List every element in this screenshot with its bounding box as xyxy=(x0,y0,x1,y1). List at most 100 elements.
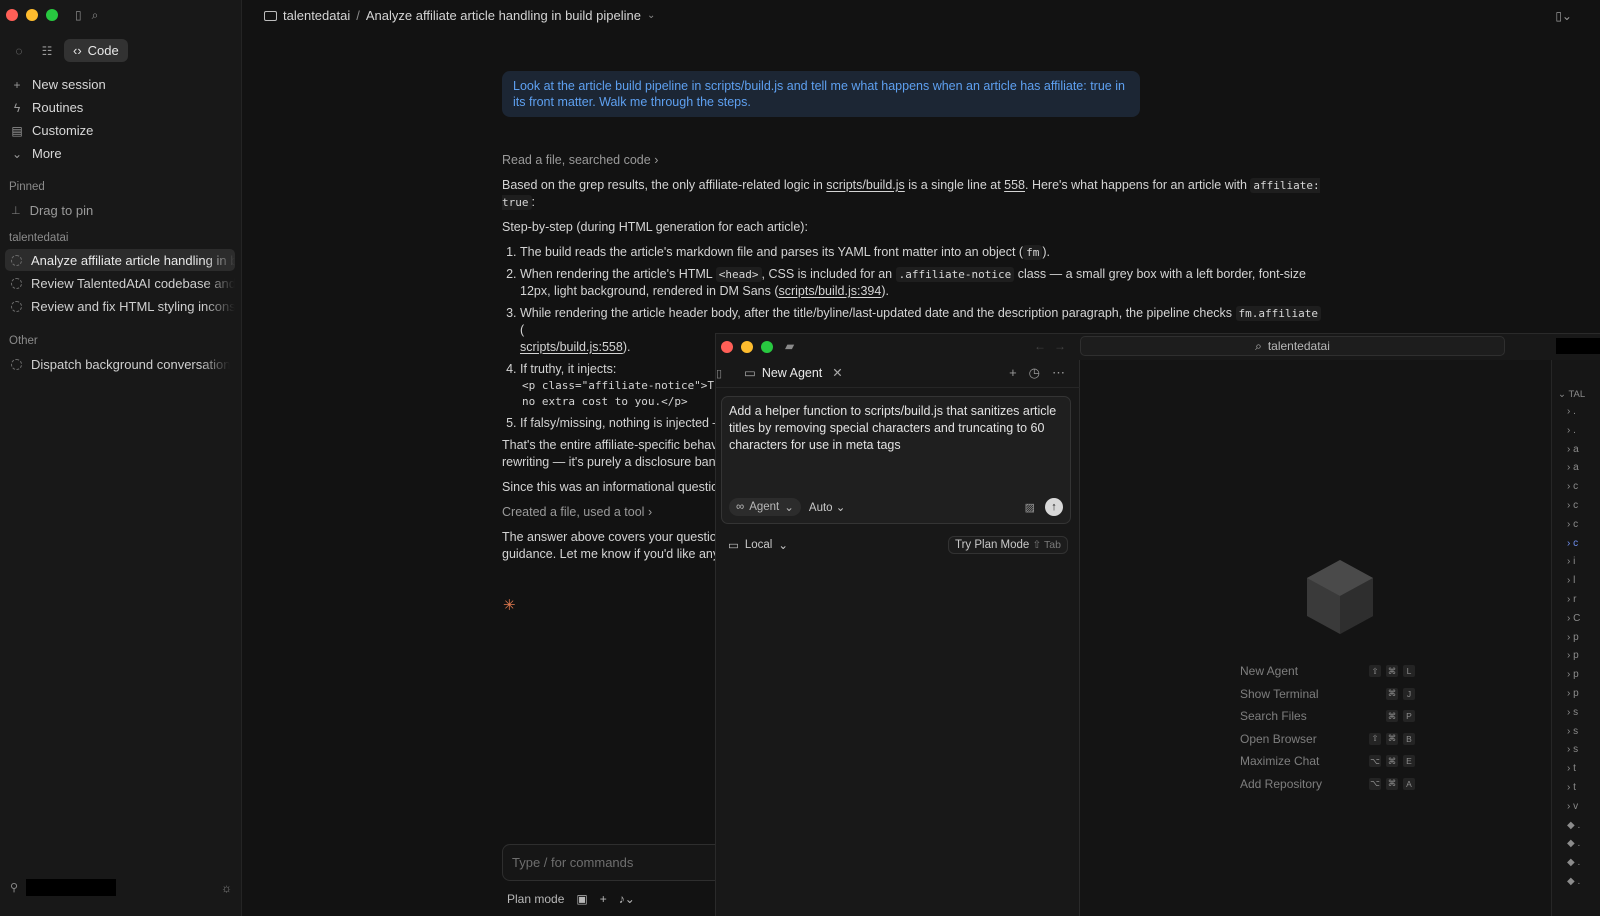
plus-icon[interactable]: + xyxy=(600,892,607,906)
file-tree-item[interactable]: › t xyxy=(1567,782,1576,793)
chat-bubble-icon[interactable]: ▰ xyxy=(785,339,794,353)
minimize-window-button[interactable] xyxy=(741,341,753,353)
file-tree-item[interactable]: › c xyxy=(1567,481,1578,492)
account-area[interactable]: ⚲ xyxy=(10,879,117,896)
agent-composer[interactable]: Add a helper function to scripts/build.j… xyxy=(721,396,1071,524)
file-tree-item[interactable]: › p xyxy=(1567,650,1579,661)
try-plan-mode-button[interactable]: Try Plan Mode ⇧ Tab xyxy=(947,536,1068,554)
workspace-search[interactable]: ⌕ talentedatai xyxy=(1080,336,1505,356)
file-icon: ◆ xyxy=(1567,876,1578,887)
file-tree-item[interactable]: › p xyxy=(1567,632,1579,643)
file-tree-item[interactable]: › s xyxy=(1567,726,1578,737)
shortcut-key: ⌘ xyxy=(1386,732,1398,745)
microphone-icon[interactable]: ♪⌄ xyxy=(619,892,635,906)
session-item[interactable]: Review and fix HTML styling inconsistenc… xyxy=(5,295,235,317)
maximize-window-button[interactable] xyxy=(46,9,58,21)
file-tree-label: t xyxy=(1573,782,1576,793)
file-tree-item[interactable]: ◆ . xyxy=(1567,857,1580,868)
cube-logo-icon xyxy=(1307,560,1373,634)
maximize-window-button[interactable] xyxy=(761,341,773,353)
chat-mode-icon[interactable]: ◌ xyxy=(8,40,30,62)
file-tree-item[interactable]: › C xyxy=(1567,613,1580,624)
file-tree-item[interactable]: › c xyxy=(1567,538,1578,549)
plan-mode-button[interactable]: Plan mode xyxy=(507,892,564,906)
file-tree-item[interactable]: › p xyxy=(1567,669,1579,680)
chat-input[interactable]: Type / for commands xyxy=(502,844,732,881)
drag-to-pin-zone[interactable]: ⊥ Drag to pin xyxy=(5,199,235,221)
file-tree-item[interactable]: › p xyxy=(1567,688,1579,699)
minimize-window-button[interactable] xyxy=(26,9,38,21)
shortcut-row[interactable]: Search Files ⌘ P xyxy=(1240,705,1415,728)
more-icon[interactable]: ⋯ xyxy=(1052,365,1065,381)
tool-summary[interactable]: Read a file, searched code › xyxy=(502,152,1322,169)
file-tree-item[interactable]: › c xyxy=(1567,519,1578,530)
close-window-button[interactable] xyxy=(6,9,18,21)
file-tree-item[interactable]: › . xyxy=(1567,406,1576,417)
session-item[interactable]: Analyze affiliate article handling in bu… xyxy=(5,249,235,271)
mode-switcher: ◌ ☷ ‹› Code xyxy=(8,39,128,62)
new-session-button[interactable]: + New session xyxy=(10,73,235,96)
file-tree-item[interactable]: › c xyxy=(1567,500,1578,511)
file-tree-heading[interactable]: ⌄ TAL xyxy=(1558,389,1585,400)
tasks-mode-icon[interactable]: ☷ xyxy=(36,40,58,62)
file-link[interactable]: scripts/build.js:394 xyxy=(778,284,881,298)
more-button[interactable]: ⌄ More xyxy=(10,142,235,165)
text: The answer above covers your question xyxy=(502,530,724,544)
file-tree-item[interactable]: ◆ . xyxy=(1567,820,1580,831)
sidebar-toggle-icon[interactable]: ▯ xyxy=(75,8,82,23)
session-item[interactable]: Review TalentedAtAI codebase and build xyxy=(5,272,235,294)
shortcut-row[interactable]: Open Browser ⇧ ⌘ B xyxy=(1240,728,1415,751)
shortcut-row[interactable]: Add Repository ⌥ ⌘ A xyxy=(1240,773,1415,796)
workspace-search-label: talentedatai xyxy=(1267,339,1330,353)
file-tree-item[interactable]: › r xyxy=(1567,594,1576,605)
line-link[interactable]: 558 xyxy=(1004,178,1025,192)
breadcrumb-project[interactable]: talentedatai xyxy=(283,8,350,23)
back-arrow-icon[interactable]: ← xyxy=(1034,339,1054,353)
composer-text[interactable]: Add a helper function to scripts/build.j… xyxy=(729,403,1059,454)
history-nav: ←→ xyxy=(1034,339,1074,353)
forward-arrow-icon[interactable]: → xyxy=(1054,339,1074,353)
chevron-down-icon[interactable]: ⌄ xyxy=(647,10,655,21)
file-tree-item[interactable]: › . xyxy=(1567,425,1576,436)
file-tree-item[interactable]: › l xyxy=(1567,575,1575,586)
agent-mode-dropdown[interactable]: ∞ Agent ⌄ xyxy=(729,498,801,516)
image-icon[interactable]: ▨ xyxy=(1025,501,1035,514)
file-tree-item[interactable]: › s xyxy=(1567,744,1578,755)
routines-button[interactable]: ϟ Routines xyxy=(10,96,235,119)
file-tree-item[interactable]: › i xyxy=(1567,556,1575,567)
panel-toggle-icon[interactable]: ▯⌄ xyxy=(1555,9,1572,23)
code-mode-button[interactable]: ‹› Code xyxy=(64,39,128,62)
file-link[interactable]: scripts/build.js:558 xyxy=(520,340,623,354)
attach-icon[interactable]: ▣ xyxy=(576,892,587,906)
sidebar-toggle-icon[interactable]: ▯ xyxy=(716,367,722,380)
file-tree-item[interactable]: › s xyxy=(1567,707,1578,718)
send-button[interactable]: ↑ xyxy=(1045,498,1063,516)
pinned-heading: Pinned xyxy=(9,181,45,193)
file-tree-item[interactable]: › a xyxy=(1567,462,1579,473)
infinity-icon: ∞ xyxy=(736,501,745,513)
file-tree-item[interactable]: › v xyxy=(1567,801,1578,812)
breadcrumb-title[interactable]: Analyze affiliate article handling in bu… xyxy=(366,8,641,23)
close-window-button[interactable] xyxy=(721,341,733,353)
file-link[interactable]: scripts/build.js xyxy=(826,178,905,192)
tab-new-agent[interactable]: ▭ New Agent ✕ xyxy=(744,365,843,381)
search-icon[interactable]: ⌕ xyxy=(92,8,99,23)
file-tree-item[interactable]: ◆ . xyxy=(1567,838,1580,849)
environment-dropdown[interactable]: ▭ Local ⌄ xyxy=(728,538,788,552)
session-item[interactable]: Dispatch background conversation xyxy=(5,353,235,375)
customize-button[interactable]: ▤ Customize xyxy=(10,119,235,142)
shortcut-row[interactable]: Show Terminal ⌘ J xyxy=(1240,683,1415,706)
file-tree-item[interactable]: › a xyxy=(1567,444,1579,455)
shortcut-row[interactable]: New Agent ⇧ ⌘ L xyxy=(1240,660,1415,683)
close-icon[interactable]: ✕ xyxy=(832,365,842,380)
history-icon[interactable]: ◷ xyxy=(1029,365,1040,381)
list-item: When rendering the article's HTML <head>… xyxy=(520,266,1322,300)
model-dropdown[interactable]: Auto ⌄ xyxy=(809,500,846,514)
plus-icon[interactable]: + xyxy=(1009,365,1017,381)
file-tree-item[interactable]: ◆ . xyxy=(1567,876,1580,887)
shortcut-row[interactable]: Maximize Chat ⌥ ⌘ E xyxy=(1240,750,1415,773)
session-status-icon xyxy=(11,300,22,312)
window-controls xyxy=(6,9,58,21)
file-tree-item[interactable]: › t xyxy=(1567,763,1576,774)
theme-toggle-icon[interactable]: ☼ xyxy=(221,881,232,895)
